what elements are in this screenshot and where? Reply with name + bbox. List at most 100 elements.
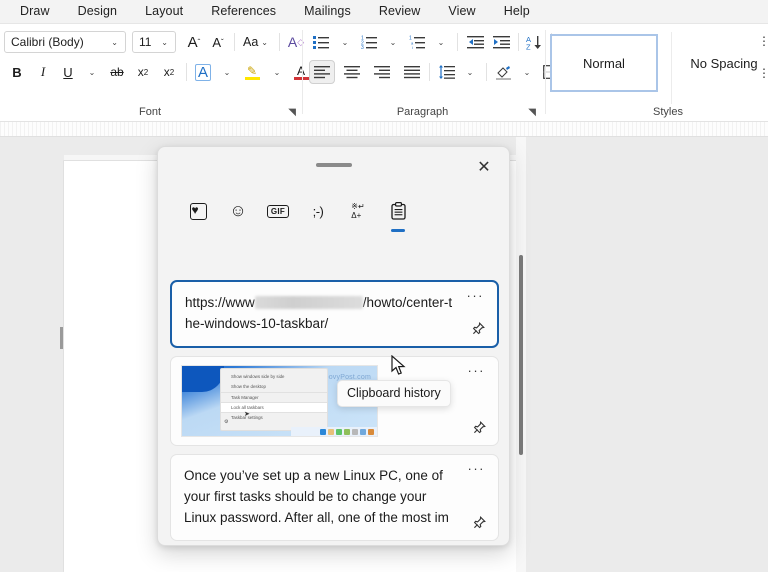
highlight-options-button[interactable]: ⌄ bbox=[265, 60, 289, 84]
thumbnail-cursor-icon: ➤ bbox=[244, 410, 250, 418]
style-normal[interactable]: Normal bbox=[550, 34, 658, 92]
font-dialog-launcher[interactable]: ◥ bbox=[288, 107, 296, 118]
multilevel-options-button[interactable]: ⌄ bbox=[429, 30, 453, 54]
pin-icon[interactable] bbox=[472, 516, 486, 533]
ribbon-overflow-top[interactable]: ⋮ bbox=[758, 34, 768, 48]
smiley-icon: ☺ bbox=[229, 201, 246, 221]
decrease-indent-button[interactable] bbox=[462, 30, 488, 54]
item-overflow-menu[interactable]: ··· bbox=[468, 461, 486, 476]
bullets-options-button[interactable]: ⌄ bbox=[333, 30, 357, 54]
style-normal-label: Normal bbox=[583, 56, 625, 71]
mouse-cursor-icon bbox=[391, 355, 407, 377]
font-name-value: Calibri (Body) bbox=[11, 35, 107, 49]
clipboard-item-text-body: Once you’ve set up a new Linux PC, one o… bbox=[171, 455, 498, 540]
numbering-options-button[interactable]: ⌄ bbox=[381, 30, 405, 54]
line-spacing-options-button[interactable]: ⌄ bbox=[458, 60, 482, 84]
tab-help[interactable]: Help bbox=[490, 2, 544, 21]
kaomoji-tab[interactable]: ;-) bbox=[298, 195, 338, 227]
superscript-button[interactable]: x2 bbox=[156, 60, 182, 84]
shading-options-button[interactable]: ⌄ bbox=[515, 60, 539, 84]
style-no-spacing[interactable]: No Spacing bbox=[670, 34, 768, 92]
multilevel-list-button[interactable]: 1 a i bbox=[405, 30, 429, 54]
chevron-down-icon: ⌄ bbox=[464, 68, 477, 77]
underline-options-button[interactable]: ⌄ bbox=[80, 60, 104, 84]
svg-text:Z: Z bbox=[526, 42, 531, 50]
clipboard-history-tab[interactable] bbox=[378, 195, 418, 227]
styles-divider bbox=[671, 32, 672, 104]
grow-font-button[interactable]: Aˆ bbox=[182, 30, 206, 54]
tab-review[interactable]: Review bbox=[365, 2, 435, 21]
tab-design[interactable]: Design bbox=[64, 2, 132, 21]
svg-text:i: i bbox=[412, 45, 413, 49]
ribbon-overflow-bottom[interactable]: ⋮ bbox=[758, 66, 768, 80]
italic-button[interactable]: I bbox=[30, 60, 56, 84]
tab-draw[interactable]: Draw bbox=[6, 2, 64, 21]
group-divider bbox=[545, 30, 546, 114]
align-right-button[interactable] bbox=[369, 60, 395, 84]
bullets-button[interactable] bbox=[309, 30, 333, 54]
shading-button[interactable] bbox=[491, 60, 515, 84]
tab-references[interactable]: References bbox=[197, 2, 290, 21]
clipboard-item-url[interactable]: https://www/howto/center-the-windows-10-… bbox=[170, 280, 499, 348]
change-case-button[interactable]: Aa ⌄ bbox=[239, 30, 275, 54]
strikethrough-button[interactable]: ab bbox=[104, 60, 130, 84]
numbering-button[interactable]: 1 2 3 bbox=[357, 30, 381, 54]
panel-drag-handle[interactable] bbox=[316, 163, 352, 167]
subscript-button[interactable]: x2 bbox=[130, 60, 156, 84]
chevron-down-icon: ⌄ bbox=[387, 38, 400, 47]
symbols-tab[interactable]: ※↵Δ+ bbox=[338, 195, 378, 227]
redacted-domain bbox=[255, 296, 363, 309]
pin-icon[interactable] bbox=[472, 421, 486, 438]
ribbon-group-styles: Normal No Spacing Styles bbox=[548, 24, 768, 121]
thumbnail-menu-item-highlighted: Lock all taskbars bbox=[221, 402, 327, 412]
url-text-before: https://www bbox=[185, 295, 255, 310]
chevron-down-icon: ⌄ bbox=[157, 38, 173, 47]
gif-tab[interactable]: GIF bbox=[258, 195, 298, 227]
shrink-font-button[interactable]: Aˇ bbox=[206, 30, 230, 54]
bold-button[interactable]: B bbox=[4, 60, 30, 84]
svg-text:3: 3 bbox=[361, 45, 364, 49]
horizontal-ruler[interactable] bbox=[0, 122, 768, 136]
chevron-down-icon: ⌄ bbox=[435, 38, 448, 47]
style-no-spacing-label: No Spacing bbox=[690, 56, 757, 71]
underline-button[interactable]: U bbox=[56, 60, 80, 84]
thumbnail-menu-item: Taskbar settings bbox=[221, 412, 327, 422]
pin-icon[interactable] bbox=[471, 322, 485, 339]
clipboard-item-text[interactable]: Once you’ve set up a new Linux PC, one o… bbox=[170, 454, 499, 541]
tab-view[interactable]: View bbox=[434, 2, 489, 21]
paragraph-group-label: Paragraph bbox=[305, 106, 540, 118]
sticker-icon: ♥ bbox=[190, 203, 207, 220]
font-size-value: 11 bbox=[139, 35, 157, 49]
close-icon[interactable]: ✕ bbox=[471, 156, 497, 178]
numbering-icon: 1 2 3 bbox=[361, 35, 377, 49]
chevron-down-icon: ⌄ bbox=[258, 38, 271, 47]
align-center-icon bbox=[344, 66, 360, 79]
tab-mailings[interactable]: Mailings bbox=[290, 2, 365, 21]
increase-indent-button[interactable] bbox=[488, 30, 514, 54]
word-window: Draw Design Layout References Mailings R… bbox=[0, 0, 768, 572]
paragraph-dialog-launcher[interactable]: ◥ bbox=[528, 107, 536, 118]
sort-button[interactable]: A Z bbox=[523, 30, 547, 54]
thumbnail-menu-item: Task Manager bbox=[221, 392, 327, 402]
font-size-combo[interactable]: 11 ⌄ bbox=[132, 31, 176, 53]
vertical-scrollbar-thumb[interactable] bbox=[519, 255, 523, 455]
thumbnail-taskbar bbox=[291, 427, 377, 436]
justify-button[interactable] bbox=[399, 60, 425, 84]
align-left-button[interactable] bbox=[309, 60, 335, 84]
tab-layout[interactable]: Layout bbox=[131, 2, 197, 21]
stickers-tab[interactable]: ♥ bbox=[178, 195, 218, 227]
font-name-combo[interactable]: Calibri (Body) ⌄ bbox=[4, 31, 126, 53]
text-effects-button[interactable]: A bbox=[191, 60, 215, 84]
align-right-icon bbox=[374, 66, 390, 79]
shading-icon bbox=[495, 65, 512, 80]
emoji-tab[interactable]: ☺ bbox=[218, 195, 258, 227]
pin-glyph bbox=[472, 516, 486, 530]
item-overflow-menu[interactable]: ··· bbox=[468, 363, 486, 378]
text-effects-options-button[interactable]: ⌄ bbox=[215, 60, 239, 84]
item-overflow-menu[interactable]: ··· bbox=[467, 288, 485, 303]
line-spacing-button[interactable] bbox=[434, 60, 458, 84]
thumbnail-menu-item: Show the desktop bbox=[221, 382, 327, 392]
chevron-down-icon: ⌄ bbox=[521, 68, 534, 77]
text-highlight-button[interactable]: ✎ bbox=[239, 60, 265, 84]
align-center-button[interactable] bbox=[339, 60, 365, 84]
